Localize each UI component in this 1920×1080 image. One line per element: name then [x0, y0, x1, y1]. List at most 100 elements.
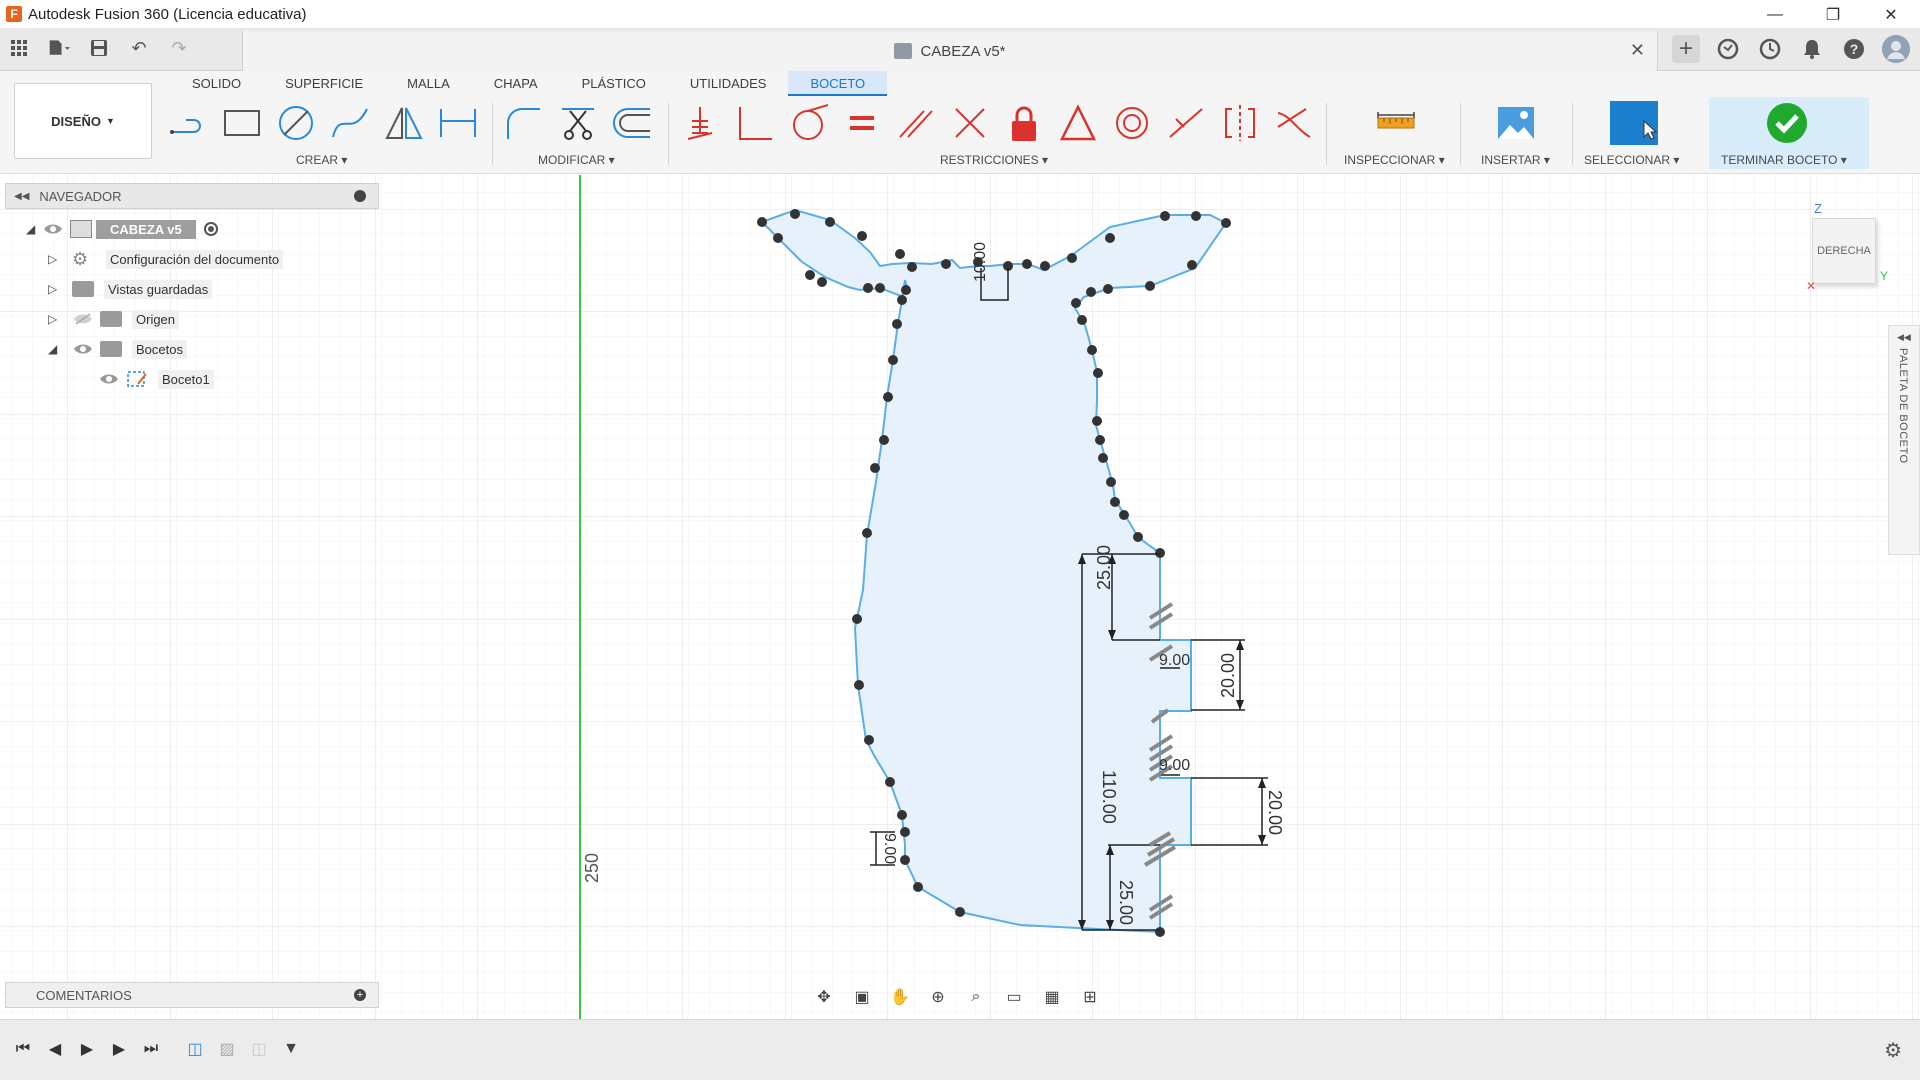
dimension-label[interactable]: 9.00 — [881, 833, 898, 864]
tab-chapa[interactable]: CHAPA — [472, 71, 560, 96]
symmetry-constraint-icon[interactable] — [1220, 103, 1260, 143]
timeline-settings-gear-icon[interactable]: ⚙ — [1884, 1038, 1902, 1063]
browser-item-origin[interactable]: ▷ Origen — [48, 307, 180, 331]
job-status-clock-icon[interactable] — [1756, 35, 1784, 63]
timeline-sketch-feature-icon[interactable]: ◫ — [184, 1038, 206, 1060]
dimension-label[interactable]: 9.00 — [1159, 757, 1190, 774]
comments-panel[interactable]: COMENTARIOS + — [5, 982, 379, 1008]
play-icon[interactable]: ▶ — [76, 1038, 98, 1060]
extensions-icon[interactable] — [1714, 35, 1742, 63]
browser-item-sketch1[interactable]: Boceto1 — [98, 367, 214, 391]
expanded-triangle-icon[interactable]: ◢ — [48, 342, 64, 356]
fillet-tool-icon[interactable] — [504, 103, 544, 143]
activate-radio-icon[interactable] — [203, 222, 218, 236]
data-panel-grid-icon[interactable] — [8, 37, 30, 59]
fix-lock-icon[interactable] — [1004, 103, 1044, 143]
collapse-panel-icon[interactable]: ◀◀ — [14, 191, 29, 202]
hidden-eye-icon[interactable] — [72, 312, 94, 326]
dimension-label[interactable]: 20.00 — [1265, 790, 1285, 835]
midpoint-constraint-icon[interactable] — [950, 103, 990, 143]
curvature-constraint-icon[interactable] — [1274, 103, 1314, 143]
fit-zoom-icon[interactable]: ⌕ — [962, 985, 990, 1009]
dimension-label[interactable]: 10.00 — [972, 242, 989, 282]
browser-item-document-settings[interactable]: ▷ ⚙ Configuración del documento — [48, 247, 284, 271]
visibility-eye-icon[interactable] — [72, 342, 94, 356]
close-window-icon[interactable]: ✕ — [1862, 0, 1920, 29]
measure-tool-icon[interactable] — [1372, 99, 1420, 147]
tab-utilidades[interactable]: UTILIDADES — [668, 71, 789, 96]
grid-settings-icon[interactable]: ▦ — [1038, 985, 1066, 1009]
go-to-end-icon[interactable]: ⏭ — [140, 1038, 162, 1060]
timeline-feature-icon[interactable]: ▨ — [216, 1038, 238, 1060]
perpendicular-constraint-icon[interactable] — [734, 103, 774, 143]
notifications-bell-icon[interactable] — [1798, 35, 1826, 63]
collapsed-triangle-icon[interactable]: ▷ — [48, 282, 64, 296]
browser-header[interactable]: ◀◀ NAVEGADOR — [5, 183, 379, 209]
rectangle-tool-icon[interactable] — [222, 103, 262, 143]
step-forward-icon[interactable]: ▶ — [108, 1038, 130, 1060]
minimize-icon[interactable]: — — [1746, 0, 1804, 29]
dimension-label[interactable]: 20.00 — [1218, 653, 1238, 698]
sketch-canvas[interactable]: 10.00 25.00 9.00 20.00 110.00 9.00 20.00… — [0, 175, 1920, 1019]
user-avatar-icon[interactable] — [1882, 35, 1910, 63]
line-tool-icon[interactable] — [168, 103, 208, 143]
insert-image-icon[interactable] — [1492, 99, 1540, 147]
close-tab-icon[interactable]: ✕ — [1630, 40, 1645, 61]
tangent-constraint-icon[interactable] — [788, 103, 828, 143]
viewports-icon[interactable]: ⊞ — [1076, 985, 1104, 1009]
collapsed-triangle-icon[interactable]: ▷ — [48, 312, 64, 326]
redo-icon[interactable]: ↷ — [168, 37, 190, 59]
dimension-label[interactable]: 25.00 — [1116, 880, 1136, 925]
terminar-boceto-menu[interactable]: TERMINAR BOCETO ▾ — [1721, 153, 1847, 167]
offset-tool-icon[interactable] — [612, 103, 652, 143]
mirror-tool-icon[interactable] — [384, 103, 424, 143]
expand-palette-icon[interactable]: ◀◀ — [1897, 332, 1911, 343]
tab-plastico[interactable]: PLÁSTICO — [560, 71, 668, 96]
visibility-eye-icon[interactable] — [98, 372, 120, 386]
tab-solido[interactable]: SOLIDO — [170, 71, 263, 96]
display-settings-icon[interactable]: ▭ — [1000, 985, 1028, 1009]
insertar-group-menu[interactable]: INSERTAR ▾ — [1481, 153, 1550, 167]
finish-sketch-check-icon[interactable] — [1763, 99, 1811, 147]
zoom-icon[interactable]: ⊕ — [924, 985, 952, 1009]
save-icon[interactable] — [88, 37, 110, 59]
parallel-constraint-icon[interactable] — [896, 103, 936, 143]
sketch-palette-tab[interactable]: ◀◀ PALETA DE BOCETO — [1888, 325, 1920, 555]
pan-hand-icon[interactable]: ✋ — [886, 985, 914, 1009]
coincident-constraint-icon[interactable] — [680, 103, 720, 143]
collinear-constraint-icon[interactable] — [1166, 103, 1206, 143]
restricciones-group-menu[interactable]: RESTRICCIONES ▾ — [940, 153, 1048, 167]
workspace-switcher-button[interactable]: DISEÑO ▼ — [14, 83, 152, 159]
viewcube[interactable]: DERECHA — [1812, 218, 1876, 284]
file-menu-icon[interactable] — [48, 37, 70, 59]
circle-tool-icon[interactable] — [276, 103, 316, 143]
equal-constraint-icon[interactable] — [842, 103, 882, 143]
tab-superficie[interactable]: SUPERFICIE — [263, 71, 385, 96]
go-to-start-icon[interactable]: ⏮ — [12, 1038, 34, 1060]
modificar-group-menu[interactable]: MODIFICAR ▾ — [538, 153, 615, 167]
help-icon[interactable]: ? — [1840, 35, 1868, 63]
spline-tool-icon[interactable] — [330, 103, 370, 143]
dimension-label[interactable]: 110.00 — [1099, 770, 1119, 824]
trim-scissors-icon[interactable] — [558, 103, 598, 143]
document-tab[interactable]: CABEZA v5* ✕ — [242, 31, 1658, 71]
select-tool-icon[interactable] — [1610, 99, 1658, 147]
browser-root-row[interactable]: ◢ CABEZA v5 — [26, 217, 218, 241]
dimension-label[interactable]: 9.00 — [1159, 652, 1190, 669]
minimize-panel-icon[interactable] — [354, 190, 366, 202]
seleccionar-group-menu[interactable]: SELECCIONAR ▾ — [1584, 153, 1679, 167]
tab-boceto[interactable]: BOCETO — [788, 71, 888, 96]
tab-malla[interactable]: MALLA — [385, 71, 472, 96]
visibility-eye-icon[interactable] — [42, 222, 64, 236]
orbit-icon[interactable]: ✥ — [810, 985, 838, 1009]
browser-item-sketches[interactable]: ◢ Bocetos — [48, 337, 187, 361]
browser-item-saved-views[interactable]: ▷ Vistas guardadas — [48, 277, 213, 301]
dimension-label[interactable]: 25.00 — [1094, 545, 1114, 590]
collapsed-triangle-icon[interactable]: ▷ — [48, 252, 64, 266]
undo-icon[interactable]: ↶ — [128, 37, 150, 59]
sketch-dimension-tool-icon[interactable] — [438, 103, 478, 143]
timeline-feature-icon[interactable]: ◫ — [248, 1038, 270, 1060]
sketch-viewport[interactable]: 10.00 25.00 9.00 20.00 110.00 9.00 20.00… — [0, 175, 1920, 1019]
look-at-icon[interactable]: ▣ — [848, 985, 876, 1009]
new-tab-plus-icon[interactable]: + — [1672, 35, 1700, 63]
